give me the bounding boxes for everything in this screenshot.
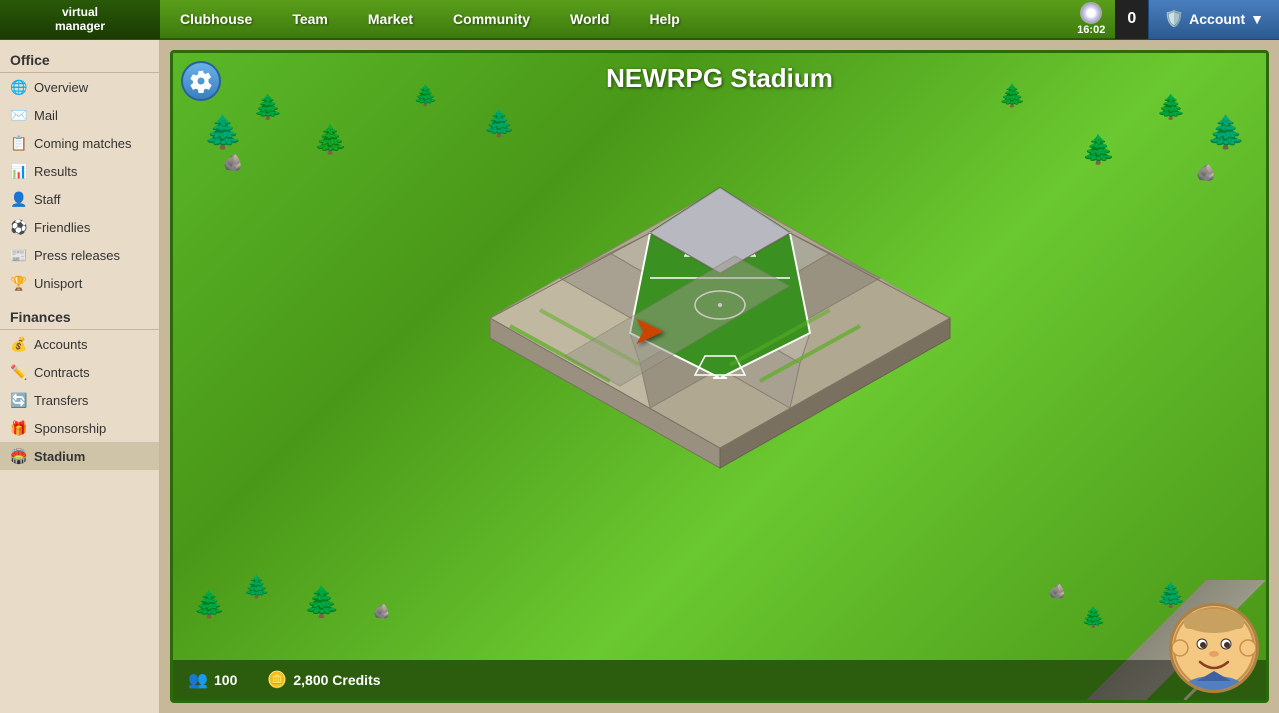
stadium-svg xyxy=(410,108,1030,488)
mail-label: Mail xyxy=(34,108,58,123)
sponsorship-label: Sponsorship xyxy=(34,421,106,436)
clock-icon xyxy=(1080,2,1102,24)
stadium-arrow: ➤ xyxy=(632,308,666,354)
nav-market[interactable]: Market xyxy=(348,0,433,39)
sidebar-item-friendlies[interactable]: ⚽ Friendlies xyxy=(0,213,159,241)
sidebar-item-stadium[interactable]: 🏟️ Stadium xyxy=(0,442,159,470)
nav-right: 16:02 0 🛡️ Account ▼ xyxy=(1067,0,1279,39)
sidebar-item-overview[interactable]: 🌐 Overview xyxy=(0,73,159,101)
contracts-icon: ✏️ xyxy=(10,363,28,381)
friendlies-label: Friendlies xyxy=(34,220,90,235)
nav-clubhouse[interactable]: Clubhouse xyxy=(160,0,272,39)
coming-matches-label: Coming matches xyxy=(34,136,132,151)
press-releases-icon: 📰 xyxy=(10,246,28,264)
main-layout: Office 🌐 Overview ✉️ Mail 📋 Coming match… xyxy=(0,40,1279,713)
unisport-label: Unisport xyxy=(34,276,82,291)
character-avatar[interactable] xyxy=(1169,603,1259,693)
stadium-icon: 🏟️ xyxy=(10,447,28,465)
staff-icon: 👤 xyxy=(10,190,28,208)
sidebar-item-contracts[interactable]: ✏️ Contracts xyxy=(0,358,159,386)
stadium-panel: NEWRPG Stadium 🌲 🌲 🌲 🌲 🌲 🌲 🌲 🌲 🌲 🌲 🌲 🌲 xyxy=(170,50,1269,703)
main-content: NEWRPG Stadium 🌲 🌲 🌲 🌲 🌲 🌲 🌲 🌲 🌲 🌲 🌲 🌲 xyxy=(160,40,1279,713)
clock-area: 16:02 xyxy=(1067,2,1115,36)
office-section-header: Office xyxy=(0,44,159,73)
fans-status: 👥 100 xyxy=(188,670,237,690)
results-icon: 📊 xyxy=(10,162,28,180)
unisport-icon: 🏆 xyxy=(10,274,28,292)
sidebar-item-accounts[interactable]: 💰 Accounts xyxy=(0,330,159,358)
friendlies-icon: ⚽ xyxy=(10,218,28,236)
sidebar-item-unisport[interactable]: 🏆 Unisport xyxy=(0,269,159,297)
transfers-label: Transfers xyxy=(34,393,88,408)
top-navigation: virtual manager Clubhouse Team Market Co… xyxy=(0,0,1279,40)
credits-value: 2,800 Credits xyxy=(293,672,380,688)
sidebar-item-coming-matches[interactable]: 📋 Coming matches xyxy=(0,129,159,157)
logo-text: virtual manager xyxy=(55,5,105,34)
nav-team[interactable]: Team xyxy=(272,0,348,39)
sidebar-item-transfers[interactable]: 🔄 Transfers xyxy=(0,386,159,414)
sidebar-item-sponsorship[interactable]: 🎁 Sponsorship xyxy=(0,414,159,442)
stadium-label: Stadium xyxy=(34,449,85,464)
nav-help[interactable]: Help xyxy=(629,0,699,39)
finances-section-header: Finances xyxy=(0,301,159,330)
staff-label: Staff xyxy=(34,192,61,207)
stadium-ground: 🌲 🌲 🌲 🌲 🌲 🌲 🌲 🌲 🌲 🌲 🌲 🌲 🌲 🌲 🌲 🪨 🪨 xyxy=(173,53,1266,700)
results-label: Results xyxy=(34,164,77,179)
stadium-status-bar: 👥 100 🪙 2,800 Credits xyxy=(173,660,1266,700)
mail-icon: ✉️ xyxy=(10,106,28,124)
logo[interactable]: virtual manager xyxy=(0,0,160,39)
transfers-icon: 🔄 xyxy=(10,391,28,409)
nav-world[interactable]: World xyxy=(550,0,629,39)
sidebar-item-results[interactable]: 📊 Results xyxy=(0,157,159,185)
credits-status: 🪙 2,800 Credits xyxy=(267,670,380,690)
fans-count: 100 xyxy=(214,672,237,688)
account-button[interactable]: 🛡️ Account ▼ xyxy=(1148,0,1279,39)
nav-community[interactable]: Community xyxy=(433,0,550,39)
sidebar-item-press-releases[interactable]: 📰 Press releases xyxy=(0,241,159,269)
sidebar: Office 🌐 Overview ✉️ Mail 📋 Coming match… xyxy=(0,40,160,713)
contracts-label: Contracts xyxy=(34,365,90,380)
sidebar-item-staff[interactable]: 👤 Staff xyxy=(0,185,159,213)
credits-badge: 0 xyxy=(1115,0,1148,39)
character-svg xyxy=(1172,606,1256,690)
accounts-label: Accounts xyxy=(34,337,87,352)
fans-icon: 👥 xyxy=(188,670,208,690)
press-releases-label: Press releases xyxy=(34,248,120,263)
sponsorship-icon: 🎁 xyxy=(10,419,28,437)
accounts-icon: 💰 xyxy=(10,335,28,353)
stadium-title: NEWRPG Stadium xyxy=(173,63,1266,94)
credits-coin-icon: 🪙 xyxy=(267,670,287,690)
overview-label: Overview xyxy=(34,80,88,95)
coming-matches-icon: 📋 xyxy=(10,134,28,152)
sidebar-item-mail[interactable]: ✉️ Mail xyxy=(0,101,159,129)
overview-icon: 🌐 xyxy=(10,78,28,96)
account-label: Account xyxy=(1189,11,1245,27)
clock-time: 16:02 xyxy=(1077,24,1105,36)
account-dropdown-icon: ▼ xyxy=(1250,11,1264,27)
